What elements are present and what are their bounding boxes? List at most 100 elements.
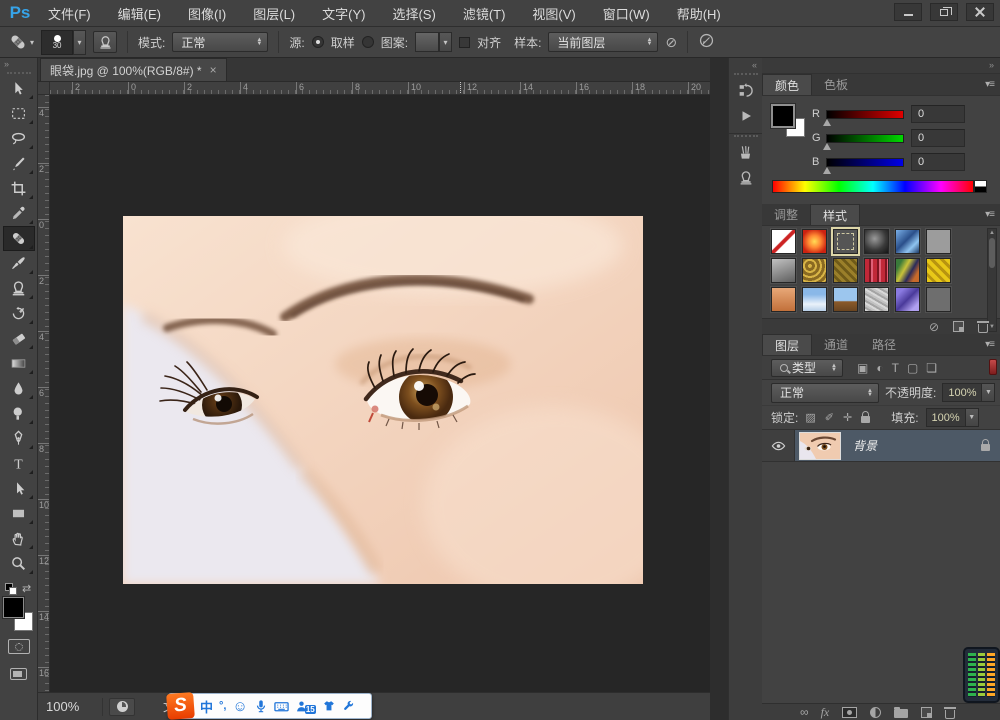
user-level-icon[interactable]: 15	[295, 699, 316, 714]
menu-item-4[interactable]: 图层(L)	[253, 4, 295, 23]
style-swatch-2[interactable]	[802, 229, 827, 254]
scroll-down-icon[interactable]: ▼	[988, 324, 996, 330]
scroll-up-icon[interactable]: ▲	[988, 230, 996, 236]
filter-type-layers-icon[interactable]: T	[892, 361, 899, 375]
filter-pixel-layers-icon[interactable]: ▣	[857, 361, 868, 375]
brush-tool[interactable]	[3, 251, 35, 276]
green-slider[interactable]	[826, 134, 904, 143]
delete-layer-icon[interactable]	[945, 710, 955, 719]
pattern-picker-arrow[interactable]: ▾	[439, 32, 452, 52]
style-swatch-5[interactable]	[895, 229, 920, 254]
dock-expand-button[interactable]: «	[729, 58, 762, 72]
settings-wrench-icon[interactable]	[342, 700, 355, 713]
menu-item-2[interactable]: 编辑(E)	[118, 4, 161, 23]
restore-button[interactable]	[930, 3, 958, 21]
clone-source-panel-button[interactable]	[734, 167, 758, 189]
scrollbar-thumb[interactable]	[989, 238, 995, 268]
zoom-tool[interactable]	[3, 551, 35, 576]
quick-mask-button[interactable]	[8, 639, 30, 654]
brush-picker-arrow[interactable]: ▾	[73, 30, 86, 55]
lock-transparency-icon[interactable]: ▨	[805, 411, 815, 424]
style-swatch-6[interactable]	[926, 229, 951, 254]
tab-close-icon[interactable]: ×	[210, 63, 217, 77]
panel-group-grip[interactable]	[734, 73, 758, 75]
dodge-tool[interactable]	[3, 401, 35, 426]
styles-scrollbar[interactable]: ▲ ▼	[987, 228, 997, 332]
vertical-ruler[interactable]: 420246810121416	[38, 95, 50, 692]
path-select-tool[interactable]	[3, 476, 35, 501]
status-info-button[interactable]	[109, 698, 135, 716]
red-slider[interactable]	[826, 110, 904, 119]
layer-style-icon[interactable]: fx	[821, 705, 830, 720]
slider-thumb[interactable]	[823, 119, 831, 126]
tab-layers[interactable]: 图层	[762, 334, 812, 355]
marquee-tool[interactable]	[3, 101, 35, 126]
horizontal-ruler[interactable]: 202468101214161820	[50, 82, 710, 95]
style-swatch-8[interactable]	[802, 258, 827, 283]
color-spectrum-ramp[interactable]	[772, 180, 974, 193]
menu-item-7[interactable]: 滤镜(T)	[463, 4, 506, 23]
panel-menu-icon[interactable]	[985, 339, 994, 350]
style-swatch-18[interactable]	[926, 287, 951, 312]
fill-control[interactable]: 100% ▼	[926, 408, 979, 427]
new-style-button[interactable]	[953, 321, 964, 332]
minimize-button[interactable]	[894, 3, 922, 21]
gradient-tool[interactable]	[3, 351, 35, 376]
menu-item-10[interactable]: 帮助(H)	[677, 4, 721, 23]
blue-value-field[interactable]: 0	[911, 153, 965, 171]
tab-channels[interactable]: 通道	[812, 334, 860, 355]
zoom-level-field[interactable]: 100%	[46, 699, 96, 714]
layer-filter-toggle[interactable]	[989, 359, 997, 375]
filter-shape-layers-icon[interactable]: ▢	[907, 361, 918, 375]
ignore-adjustment-layers-icon[interactable]: ⊘	[665, 34, 677, 51]
style-swatch-15[interactable]	[833, 287, 858, 312]
toolbar-collapse-button[interactable]: »	[0, 58, 37, 71]
color-level-widget[interactable]	[963, 647, 1000, 703]
selected-layer[interactable]: 背景	[795, 430, 1000, 461]
pattern-picker[interactable]	[415, 32, 439, 52]
brush-preset-picker[interactable]: 30	[41, 30, 73, 55]
crop-tool[interactable]	[3, 176, 35, 201]
emoji-icon[interactable]: ☺	[232, 698, 247, 715]
pen-tool[interactable]	[3, 426, 35, 451]
menu-item-9[interactable]: 窗口(W)	[603, 4, 650, 23]
blue-slider[interactable]	[826, 158, 904, 167]
microphone-icon[interactable]	[254, 699, 268, 713]
slider-thumb[interactable]	[823, 167, 831, 174]
spectrum-bw-swatch[interactable]	[974, 180, 987, 193]
blend-mode-dropdown[interactable]: 正常	[172, 32, 268, 52]
foreground-color-swatch[interactable]	[771, 104, 795, 128]
menu-item-5[interactable]: 文字(Y)	[322, 4, 365, 23]
clear-style-button[interactable]: ⊘	[929, 320, 939, 334]
healing-brush-tool[interactable]	[3, 226, 35, 251]
style-swatch-16[interactable]	[864, 287, 889, 312]
filter-adjustment-layers-icon[interactable]: ◐	[876, 361, 883, 375]
style-swatch-10[interactable]	[864, 258, 889, 283]
new-adjustment-layer-icon[interactable]	[870, 707, 881, 718]
tab-adjustments[interactable]: 调整	[762, 204, 810, 225]
quick-select-tool[interactable]	[3, 151, 35, 176]
ime-punctuation-button[interactable]: °,	[219, 700, 226, 712]
document-tab[interactable]: 眼袋.jpg @ 100%(RGB/8#) * ×	[40, 58, 227, 81]
lock-all-icon[interactable]	[861, 416, 870, 423]
move-tool[interactable]	[3, 76, 35, 101]
filter-smart-objects-icon[interactable]: ❏	[926, 361, 937, 375]
layer-filter-dropdown[interactable]: 类型	[771, 359, 843, 377]
sampled-radio[interactable]	[312, 36, 324, 48]
layer-blend-mode-dropdown[interactable]: 正常	[771, 383, 879, 403]
tablet-pressure-button[interactable]	[698, 32, 715, 52]
style-swatch-17[interactable]	[895, 287, 920, 312]
link-layers-icon[interactable]: ∞	[800, 705, 808, 719]
style-swatch-13[interactable]	[771, 287, 796, 312]
swap-colors-icon[interactable]: ⇄	[22, 582, 31, 595]
toolbar-grip[interactable]	[7, 72, 31, 74]
ime-language-mode-button[interactable]: 中	[200, 697, 213, 716]
tab-paths[interactable]: 路径	[860, 334, 908, 355]
style-swatch-12[interactable]	[926, 258, 951, 283]
panel-menu-icon[interactable]	[985, 79, 994, 90]
menu-item-8[interactable]: 视图(V)	[532, 4, 575, 23]
clone-stamp-tool[interactable]	[3, 276, 35, 301]
menu-item-1[interactable]: 文件(F)	[48, 4, 91, 23]
sogou-logo[interactable]: S	[166, 692, 195, 720]
dock-collapse-button[interactable]: »	[762, 58, 1000, 74]
